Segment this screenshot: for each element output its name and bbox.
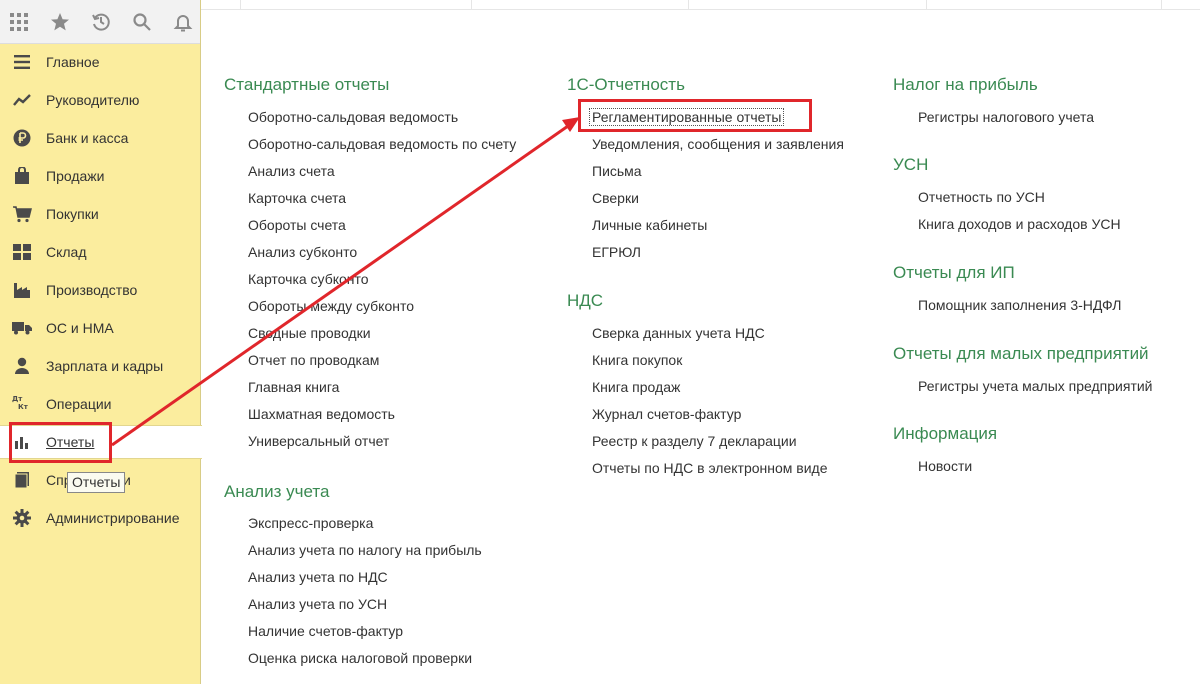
report-link[interactable]: Реестр к разделу 7 декларации xyxy=(592,433,797,449)
report-link[interactable]: Регистры налогового учета xyxy=(918,109,1094,125)
report-link[interactable]: Анализ учета по УСН xyxy=(248,596,387,612)
star-icon[interactable] xyxy=(49,11,71,33)
trend-line-icon xyxy=(12,90,32,110)
ruble-coin-icon xyxy=(12,128,32,148)
sidebar-toolbar xyxy=(0,0,200,44)
strip-divider xyxy=(1161,0,1162,10)
strip-divider xyxy=(471,0,472,10)
report-link[interactable]: Отчеты по НДС в электронном виде xyxy=(592,460,828,476)
sidebar-item-sales[interactable]: Продажи xyxy=(0,159,201,193)
section-title-standard: Стандартные отчеты xyxy=(224,75,390,94)
report-link[interactable]: Обороты счета xyxy=(248,217,346,233)
bell-icon[interactable] xyxy=(172,11,194,33)
sidebar-item-label: Покупки xyxy=(46,206,99,222)
report-link[interactable]: Анализ субконто xyxy=(248,244,357,260)
warehouse-grid-icon xyxy=(12,242,32,262)
sidebar-item-salary[interactable]: Зарплата и кадры xyxy=(0,349,201,383)
section-title-nds: НДС xyxy=(567,291,604,310)
report-link[interactable]: Анализ счета xyxy=(248,163,335,179)
report-link[interactable]: Отчетность по УСН xyxy=(918,189,1045,205)
gear-icon xyxy=(12,508,32,528)
section-title-usn: УСН xyxy=(893,155,929,174)
report-link[interactable]: Сверка данных учета НДС xyxy=(592,325,765,341)
svg-text:Кт: Кт xyxy=(18,403,28,410)
sidebar-item-label: Руководителю xyxy=(46,92,140,108)
report-link[interactable]: Оборотно-сальдовая ведомость по счету xyxy=(248,136,516,152)
report-link[interactable]: Помощник заполнения 3-НДФЛ xyxy=(918,297,1121,313)
person-icon xyxy=(12,356,32,376)
report-link[interactable]: Книга продаж xyxy=(592,379,680,395)
top-strip xyxy=(201,0,1200,10)
sidebar-item-label: Зарплата и кадры xyxy=(46,358,164,374)
report-link[interactable]: Книга доходов и расходов УСН xyxy=(918,216,1121,232)
svg-text:Дт: Дт xyxy=(12,395,23,403)
report-link[interactable]: Обороты между субконто xyxy=(248,298,414,314)
report-link[interactable]: Книга покупок xyxy=(592,352,682,368)
cart-icon xyxy=(12,204,32,224)
report-link[interactable]: Оборотно-сальдовая ведомость xyxy=(248,109,458,125)
report-link[interactable]: Карточка счета xyxy=(248,190,346,206)
menu-lines-icon xyxy=(12,52,32,72)
strip-divider xyxy=(926,0,927,10)
section-title-info: Информация xyxy=(893,424,998,443)
report-link[interactable]: Регистры учета малых предприятий xyxy=(918,378,1153,394)
report-link[interactable]: Главная книга xyxy=(248,379,339,395)
section-title-profit: Налог на прибыль xyxy=(893,75,1038,94)
report-link[interactable]: Журнал счетов-фактур xyxy=(592,406,741,422)
sidebar-item-label: Администрирование xyxy=(46,510,180,526)
strip-divider xyxy=(688,0,689,10)
report-link[interactable]: Новости xyxy=(918,458,972,474)
sidebar-item-director[interactable]: Руководителю xyxy=(0,83,201,117)
report-link[interactable]: Универсальный отчет xyxy=(248,433,389,449)
sidebar-item-purchases[interactable]: Покупки xyxy=(0,197,201,231)
sidebar-item-label: Главное xyxy=(46,54,100,70)
sidebar-item-label: ОС и НМА xyxy=(46,320,114,336)
tooltip: Отчеты xyxy=(67,472,126,493)
report-link[interactable]: ЕГРЮЛ xyxy=(592,244,641,260)
sidebar-item-administration[interactable]: Администрирование xyxy=(0,501,201,535)
history-icon[interactable] xyxy=(90,11,112,33)
section-title-small: Отчеты для малых предприятий xyxy=(893,344,1149,363)
truck-icon xyxy=(12,318,32,338)
report-link[interactable]: Уведомления, сообщения и заявления xyxy=(592,136,844,152)
report-link[interactable]: Анализ учета по НДС xyxy=(248,569,388,585)
strip-divider xyxy=(240,0,241,10)
shopping-bag-icon xyxy=(12,166,32,186)
report-link[interactable]: Наличие счетов-фактур xyxy=(248,623,403,639)
sidebar-item-assets[interactable]: ОС и НМА xyxy=(0,311,201,345)
highlight-box-regulated xyxy=(578,99,812,132)
report-link[interactable]: Оценка риска налоговой проверки xyxy=(248,650,472,666)
factory-icon xyxy=(12,280,32,300)
report-link[interactable]: Карточка субконто xyxy=(248,271,369,287)
debit-credit-icon: Дт Кт xyxy=(12,394,29,414)
search-icon[interactable] xyxy=(131,11,153,33)
sidebar-item-label: Склад xyxy=(46,244,87,260)
sidebar-item-label: Продажи xyxy=(46,168,105,184)
report-link[interactable]: Сводные проводки xyxy=(248,325,371,341)
report-link[interactable]: Шахматная ведомость xyxy=(248,406,395,422)
report-link[interactable]: Письма xyxy=(592,163,642,179)
report-link[interactable]: Анализ учета по налогу на прибыль xyxy=(248,542,482,558)
sidebar-item-label: Банк и касса xyxy=(46,130,129,146)
apps-grid-icon[interactable] xyxy=(8,11,30,33)
sidebar-item-label: Производство xyxy=(46,282,138,298)
section-title-ip: Отчеты для ИП xyxy=(893,263,1015,282)
sidebar-item-operations[interactable]: Дт Кт Операции xyxy=(0,387,201,421)
book-icon xyxy=(12,470,32,490)
highlight-box-reports xyxy=(9,422,112,463)
sidebar-item-main[interactable]: Главное xyxy=(0,45,201,79)
sidebar-item-label: Операции xyxy=(46,396,112,412)
report-link[interactable]: Сверки xyxy=(592,190,639,206)
sidebar-item-warehouse[interactable]: Склад xyxy=(0,235,201,269)
sidebar-item-bank[interactable]: Банк и касса xyxy=(0,121,201,155)
report-link[interactable]: Личные кабинеты xyxy=(592,217,707,233)
report-link[interactable]: Экспресс-проверка xyxy=(248,515,373,531)
section-title-otchetnost: 1С-Отчетность xyxy=(567,75,685,94)
sidebar: Главное Руководителю Банк и касса Продаж… xyxy=(0,0,202,684)
sidebar-item-production[interactable]: Производство xyxy=(0,273,201,307)
report-link[interactable]: Отчет по проводкам xyxy=(248,352,379,368)
section-title-analysis: Анализ учета xyxy=(224,482,330,501)
